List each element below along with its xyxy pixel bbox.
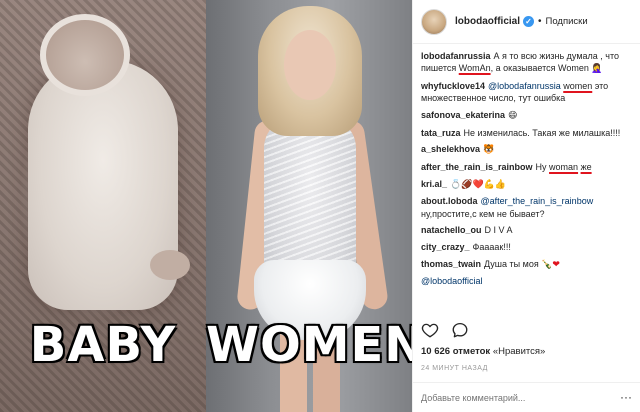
comment-username[interactable]: kri.al_ xyxy=(421,179,447,189)
comment-username[interactable]: whyfucklove14 xyxy=(421,81,485,91)
mention-link[interactable]: @after_the_rain_is_rainbow xyxy=(481,196,594,206)
baby-hand xyxy=(150,250,190,280)
author-username[interactable]: lobodaofficial xyxy=(455,16,520,27)
mention-link[interactable]: @lobodafanrussia xyxy=(488,81,561,91)
women-caption: WOMEN xyxy=(206,317,412,373)
baby-caption: BABY xyxy=(29,317,177,373)
avatar[interactable] xyxy=(421,8,447,35)
comment-item: thomas_twain Душа ты моя 🍾❤ xyxy=(421,258,632,271)
likes-number[interactable]: 10 626 отметок xyxy=(421,346,490,357)
comment-username[interactable]: lobodafanrussia xyxy=(421,51,491,61)
comment-item: natachello_ou D I V A xyxy=(421,224,632,236)
comment-item: after_the_rain_is_rainbow Ну woman же xyxy=(421,161,632,173)
comment-item: tata_ruza Не изменилась. Такая же милашка… xyxy=(421,127,632,139)
following-button[interactable]: Подписки xyxy=(546,16,588,27)
comment-item: lobodafanrussia А я то всю жизнь думала ,… xyxy=(421,50,632,75)
header-separator: • xyxy=(538,16,542,27)
comment-username[interactable]: thomas_twain xyxy=(421,259,481,269)
mention-link[interactable]: @lobodaofficial xyxy=(421,276,483,286)
comment-item: kri.al_ 💍🏈❤️💪👍 xyxy=(421,178,632,191)
instagram-post: BABY WOMEN lobodaofficial ✓ • Подписки l… xyxy=(0,0,640,412)
emoji: 🐯 xyxy=(483,145,495,156)
verified-badge-icon: ✓ xyxy=(523,16,534,27)
comment-text: WomAn xyxy=(458,63,491,74)
likes-suffix: «Нравится» xyxy=(490,346,546,357)
comment-icon[interactable] xyxy=(451,321,469,339)
post-sidebar: lobodaofficial ✓ • Подписки lobodafanrus… xyxy=(412,0,640,412)
comment-item: whyfucklove14 @lobodafanrussia women это … xyxy=(421,80,632,104)
comment-username[interactable]: safonova_ekaterina xyxy=(421,110,505,120)
comment-username[interactable]: tata_ruza xyxy=(421,128,461,138)
comment-item: about.loboda @after_the_rain_is_rainbow н… xyxy=(421,195,632,219)
comment-input[interactable] xyxy=(421,392,611,403)
post-timestamp: 24 МИНУТ НАЗАД xyxy=(421,365,488,372)
comment-text: же xyxy=(580,161,592,172)
comment-text: ну,простите,с кем не бывает? xyxy=(421,208,545,219)
baby-head xyxy=(40,14,130,96)
add-comment-bar xyxy=(413,382,640,412)
comment-item: @lobodaofficial xyxy=(421,275,632,287)
comment-username[interactable]: a_shelekhova xyxy=(421,144,480,154)
comment-list: lobodafanrussia А я то всю жизнь думала ,… xyxy=(413,44,640,316)
action-bar xyxy=(421,321,469,339)
comment-text: women xyxy=(563,80,593,91)
comment-item: city_crazy_ Фаааак!!! xyxy=(421,241,632,253)
post-photo[interactable]: BABY WOMEN xyxy=(0,0,412,412)
likes-count[interactable]: 10 626 отметок «Нравится» xyxy=(421,346,545,357)
comment-item: a_shelekhova 🐯 xyxy=(421,143,632,156)
comment-username[interactable]: after_the_rain_is_rainbow xyxy=(421,162,533,172)
comment-text: Не изменилась. Такая же милашка!!!! xyxy=(463,127,621,138)
comment-text: Душа ты моя xyxy=(484,258,542,269)
comment-username[interactable]: about.loboda xyxy=(421,196,478,206)
comment-text: , а оказывается Women xyxy=(490,63,592,74)
heart-emoji-icon: ❤ xyxy=(552,259,560,270)
woman-face xyxy=(284,30,336,100)
emoji: 🍾 xyxy=(541,259,553,270)
emoji: 💍🏈❤️💪👍 xyxy=(450,179,507,190)
comment-text: Ну xyxy=(535,161,550,172)
comment-username[interactable]: city_crazy_ xyxy=(421,242,470,252)
comment-item: safonova_ekaterina 😄 xyxy=(421,109,632,122)
comment-text: Фаааак!!! xyxy=(472,241,511,252)
heart-icon[interactable] xyxy=(421,321,439,339)
post-header: lobodaofficial ✓ • Подписки xyxy=(413,0,640,44)
emoji: 😄 xyxy=(508,110,518,121)
comment-text: D I V A xyxy=(484,225,513,236)
comment-text: woman xyxy=(549,161,579,172)
emoji: 🤦‍♀️ xyxy=(591,64,603,75)
more-options-icon[interactable]: ··· xyxy=(620,391,632,403)
comment-username[interactable]: natachello_ou xyxy=(421,225,482,235)
